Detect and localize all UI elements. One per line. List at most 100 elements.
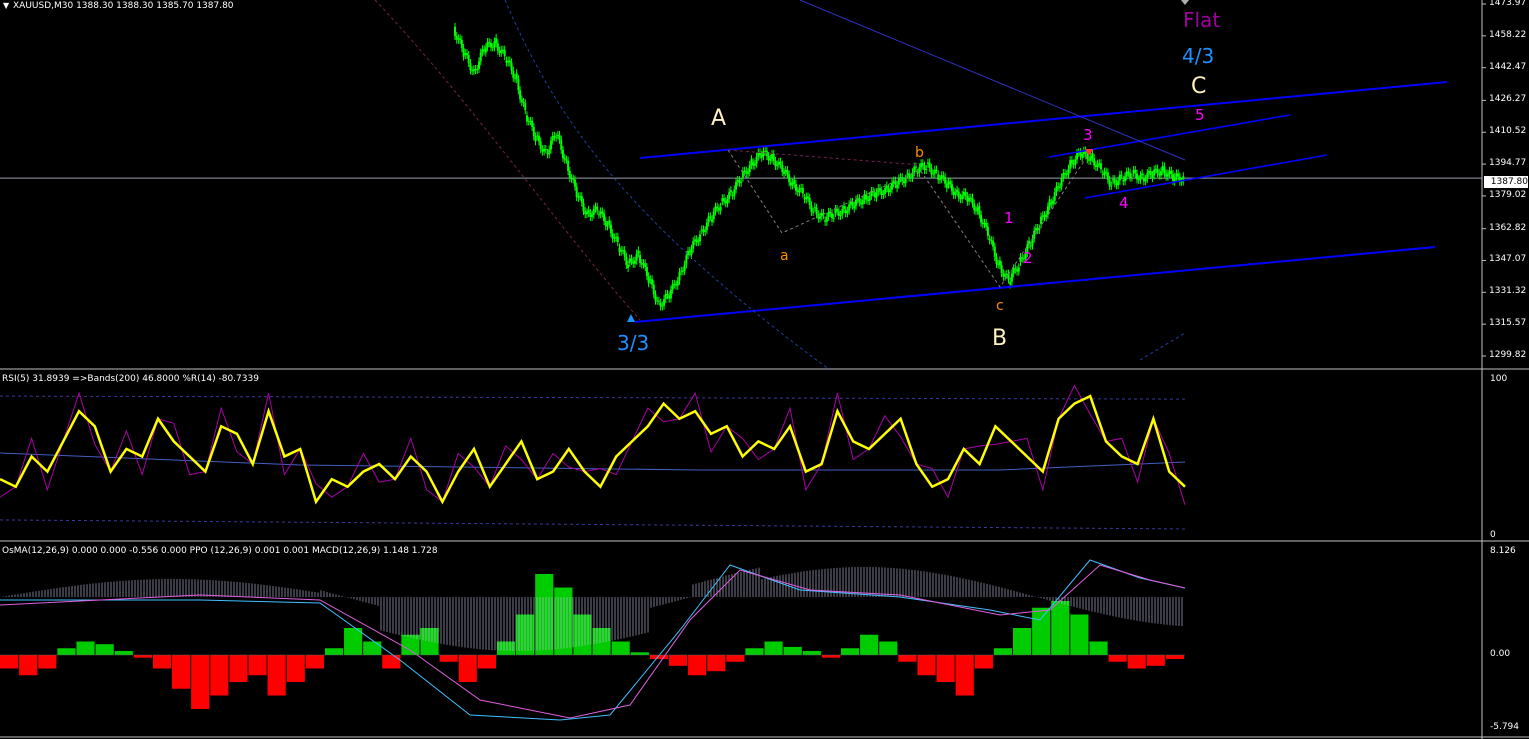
candle-body [551,135,554,141]
candle-body [589,213,592,217]
osma-bar [324,648,344,655]
candle-body [645,267,648,277]
candle-body [748,164,751,173]
candle-body [920,163,923,168]
candle-body [993,246,996,257]
candle-body [887,188,890,193]
candle-body [836,209,839,212]
candle-body [981,222,984,225]
candle-body [621,250,624,252]
candle-body [743,170,746,172]
candle-body [1088,159,1091,161]
osma-bar [1127,655,1146,669]
osma-bar [267,655,286,696]
candle-body [575,186,578,198]
candle-body [827,211,830,217]
candle-body [906,173,909,175]
arrow-up-marker [627,314,635,322]
candle-body [532,126,535,137]
candle-body [515,73,518,80]
candle-body [1125,171,1128,177]
collapse-arrow-icon[interactable]: ▼ [3,1,9,10]
candle-body [529,120,532,122]
candle-body [1094,165,1097,167]
candle-body [1132,169,1135,173]
candle-body [498,50,501,53]
candle-body [980,214,983,223]
candle-body [925,168,928,171]
candle-body [510,62,513,71]
candle-body [950,184,953,192]
candle-body [901,177,904,182]
candle-body [819,216,821,219]
osma-bar [668,655,688,666]
candle-body [1113,179,1116,184]
candle-body [525,115,528,122]
candle-body [1170,170,1173,175]
osma-bar [114,650,133,655]
candle-body [990,240,993,242]
candle-body [714,206,717,212]
candle-body [693,239,696,242]
candle-body [777,161,780,165]
wave-label-3-3: 3/3 [617,331,650,355]
osma-bar [0,655,19,669]
rsi-panel-title: RSI(5) 31.8939 =>Bands(200) 46.8000 %R(1… [2,374,259,384]
candle-body [505,60,508,63]
candle-body [577,196,580,198]
candle-body [848,204,851,211]
candle-body [700,229,703,231]
candle-body [633,260,636,264]
candle-body [1041,215,1044,217]
candle-body [858,198,861,203]
candle-body [493,41,496,48]
candle-body [669,289,672,299]
candle-body [810,205,813,212]
candle-body [812,211,815,213]
candle-body [471,70,474,72]
current-price-tag: 1387.80 [1484,176,1528,188]
candle-body [1081,154,1084,158]
chart-canvas[interactable] [0,0,1529,739]
candle-body [512,70,515,78]
wave-label-2: 2 [1023,249,1033,267]
candle-body [1141,173,1144,176]
candle-body [543,148,546,152]
osma-bar [917,655,936,676]
candle-body [769,158,772,161]
candle-body [687,250,690,256]
symbol-header: XAUUSD,M30 1388.30 1388.30 1385.70 1387.… [13,1,234,11]
candle-body [813,206,816,208]
candle-body [675,284,678,286]
candle-body [719,206,722,211]
candle-body [731,195,734,197]
candle-body [880,190,883,195]
osma-bar [1146,655,1165,666]
candle-body [489,43,492,48]
candle-body [1048,199,1051,207]
candle-body [890,183,893,190]
candle-body [639,255,642,264]
candle-body [623,250,626,257]
candle-body [664,293,667,300]
candle-body [465,53,468,56]
osma-bar [898,655,917,662]
osma-bar [248,655,267,676]
candle-body [1065,174,1068,176]
osma-bar [974,655,993,669]
candle-body [582,202,585,212]
candle-body [481,49,484,53]
candle-body [875,192,878,198]
candle-body [546,153,549,155]
candle-body [1069,160,1072,169]
candle-body [1163,166,1166,174]
candle-body [616,236,619,243]
candle-body [455,35,458,40]
osma-bar [1070,614,1089,655]
osma-bar [611,641,630,655]
trend-line-long [799,0,1186,161]
candle-body [935,169,938,171]
macd-axis-min: -5.794 [1490,722,1520,732]
candle-body [1074,159,1077,165]
candle-body [988,238,991,241]
